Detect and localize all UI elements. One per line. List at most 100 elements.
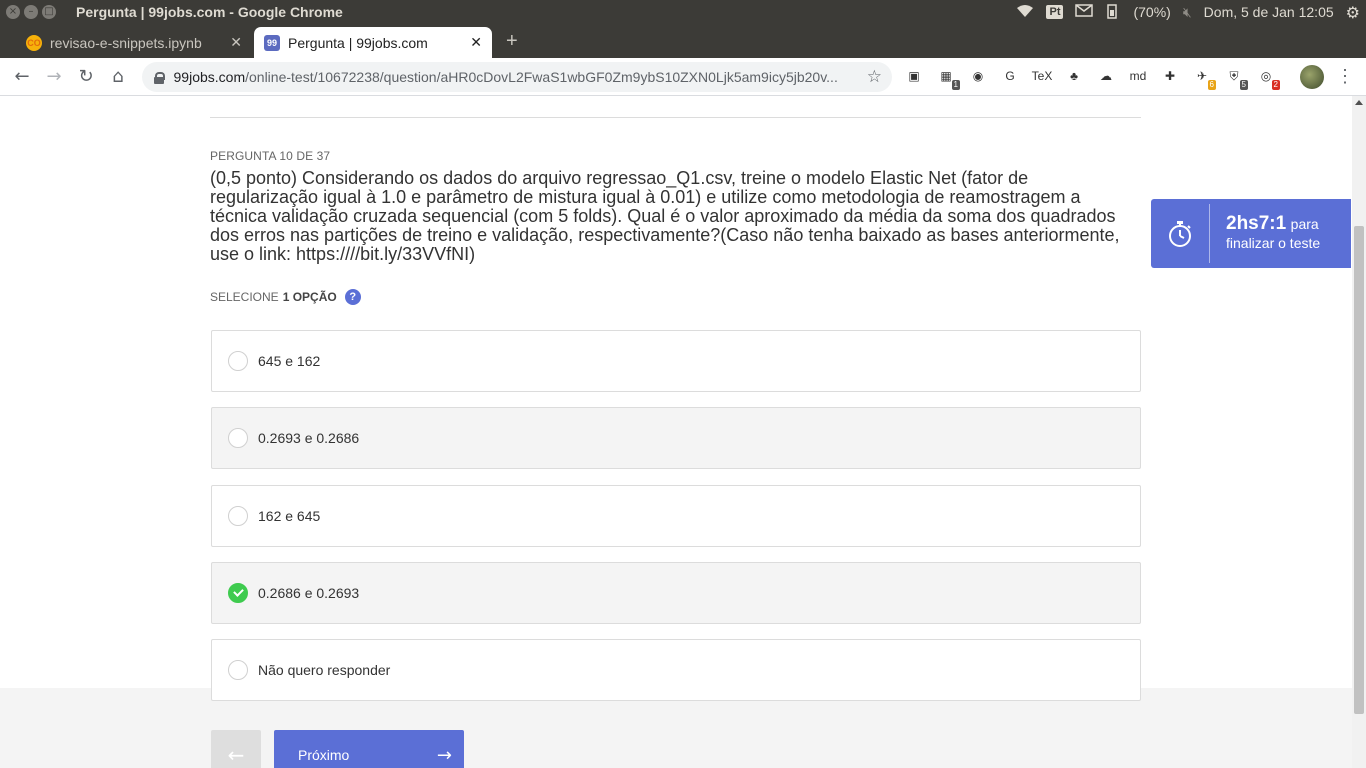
answer-option-selected[interactable]: 0.2686 e 0.2693 — [211, 562, 1141, 624]
extension-glyph: ☁ — [1100, 69, 1112, 83]
scrollbar-thumb[interactable] — [1354, 226, 1364, 714]
close-tab-icon[interactable]: ✕ — [470, 34, 482, 51]
minimize-window-icon[interactable]: – — [24, 5, 38, 19]
shield-ext-icon[interactable]: ⛨ 5 — [1222, 64, 1248, 90]
browser-toolbar: ← → ↻ ⌂ 99jobs.com/online-test/10672238/… — [0, 58, 1366, 96]
radio-button[interactable] — [228, 351, 248, 371]
help-icon[interactable]: ? — [344, 289, 361, 305]
countdown-timer: 2hs7:1 para finalizar o teste — [1151, 199, 1351, 268]
keyboard-layout-indicator[interactable]: Pt — [1046, 5, 1064, 19]
option-label: 645 e 162 — [258, 353, 321, 369]
clock[interactable]: Dom, 5 de Jan 12:05 — [1204, 4, 1334, 20]
scroll-up-arrow-icon[interactable] — [1355, 100, 1363, 105]
calendar-ext-icon[interactable]: ▦ 1 — [934, 64, 960, 90]
battery-icon[interactable] — [1105, 3, 1121, 22]
new-tab-icon[interactable]: + — [506, 30, 518, 53]
header-divider — [210, 117, 1141, 118]
extension-glyph: ◉ — [972, 69, 984, 83]
radio-button[interactable] — [228, 660, 248, 680]
colab-favicon-icon: CO — [26, 34, 42, 51]
99jobs-favicon-icon: 99 — [264, 34, 280, 51]
maximize-window-icon[interactable]: □ — [42, 5, 56, 19]
bookmark-star-icon[interactable]: ☆ — [867, 67, 882, 87]
arrow-right-icon: → — [436, 744, 452, 766]
extension-glyph: ✈ — [1196, 69, 1208, 83]
extension-glyph: ▦ — [940, 69, 952, 83]
option-label: Não quero responder — [258, 662, 391, 678]
extension-glyph: ♣ — [1070, 69, 1078, 83]
gnome-ext-icon[interactable]: ♣ — [1062, 64, 1086, 88]
forward-icon[interactable]: → — [38, 61, 70, 93]
extension-badge: 2 — [1271, 80, 1280, 90]
plane-ext-icon[interactable]: ✈ 6 — [1190, 64, 1216, 90]
tab-colab[interactable]: CO revisao-e-snippets.ipynb ✕ — [16, 27, 252, 58]
extensions-row: ▣ ▦ 1 ◉ G TeX ♣ ☁ md ✚ ✈ 6 ⛨ 5 ◎ 2 — [902, 64, 1280, 90]
answer-option[interactable]: Não quero responder — [211, 639, 1141, 701]
url-host: 99jobs.com — [173, 69, 246, 85]
close-tab-icon[interactable]: ✕ — [230, 34, 242, 51]
close-window-icon[interactable]: × — [6, 5, 20, 19]
next-button[interactable]: Próximo → — [274, 730, 464, 768]
radio-button[interactable] — [228, 428, 248, 448]
option-label: 162 e 645 — [258, 508, 321, 524]
option-label: 0.2686 e 0.2693 — [258, 585, 360, 601]
volume-muted-icon[interactable]: 🔇︎ — [1183, 4, 1192, 21]
alert-ext-icon[interactable]: ◎ 2 — [1254, 64, 1280, 90]
mail-icon[interactable] — [1075, 4, 1094, 20]
arrow-left-icon: ← — [227, 743, 245, 767]
window-title: Pergunta | 99jobs.com - Google Chrome — [76, 4, 343, 20]
timer-text: 2hs7:1 para finalizar o teste — [1210, 212, 1321, 253]
home-icon[interactable]: ⌂ — [102, 61, 134, 93]
page-content: PERGUNTA 10 DE 37 (0,5 ponto) Consideran… — [0, 96, 1366, 768]
previous-button[interactable]: ← — [211, 730, 261, 768]
extension-badge: 1 — [951, 80, 960, 90]
next-button-label: Próximo — [298, 747, 350, 763]
profile-avatar[interactable] — [1300, 65, 1324, 89]
translate-ext-icon[interactable]: G — [998, 64, 1022, 88]
select-instruction: SELECIONE 1 OPÇÃO ? — [210, 289, 361, 305]
radio-button[interactable] — [228, 506, 248, 526]
extension-badge: 6 — [1207, 80, 1216, 90]
markdown-ext-icon[interactable]: md — [1126, 64, 1150, 88]
select-count: 1 OPÇÃO — [282, 290, 337, 304]
timer-value: 2hs7:1 — [1226, 212, 1287, 234]
square-ext-icon[interactable]: ▣ — [902, 64, 926, 88]
extension-glyph: ⛨ — [1229, 68, 1239, 83]
radio-button-checked[interactable] — [228, 583, 248, 603]
extension-glyph: md — [1129, 69, 1147, 83]
extension-badge: 5 — [1239, 80, 1248, 90]
cloud-ext-icon[interactable]: ☁ — [1094, 64, 1118, 88]
lock-icon[interactable] — [154, 71, 165, 84]
tab-99jobs[interactable]: 99 Pergunta | 99jobs.com ✕ — [254, 27, 492, 58]
window-controls: × – □ — [6, 5, 56, 19]
select-prefix: SELECIONE — [210, 290, 279, 304]
tab-label: Pergunta | 99jobs.com — [288, 34, 428, 51]
browser-tab-strip: CO revisao-e-snippets.ipynb ✕ 99 Pergunt… — [0, 24, 1366, 58]
stopwatch-icon — [1151, 204, 1210, 263]
timer-suffix-1: para — [1290, 215, 1319, 232]
extension-glyph: ◎ — [1260, 69, 1272, 83]
answer-option[interactable]: 162 e 645 — [211, 485, 1141, 547]
battery-percent: (70%) — [1133, 4, 1171, 20]
answer-option[interactable]: 645 e 162 — [211, 330, 1141, 392]
address-bar[interactable]: 99jobs.com/online-test/10672238/question… — [142, 62, 892, 92]
settings-gear-icon[interactable]: ⚙ — [1346, 3, 1360, 22]
google-ext-icon[interactable]: ✚ — [1158, 64, 1182, 88]
question-text: (0,5 ponto) Considerando os dados do arq… — [210, 168, 1120, 264]
system-tray: Pt (70%) 🔇︎ Dom, 5 de Jan 12:05 ⚙ — [1016, 0, 1360, 24]
timer-suffix-2: finalizar o teste — [1226, 234, 1321, 251]
os-top-bar: × – □ Pergunta | 99jobs.com - Google Chr… — [0, 0, 1366, 24]
scrollbar[interactable] — [1352, 96, 1366, 768]
extension-glyph: ✚ — [1164, 69, 1176, 83]
chrome-menu-icon[interactable]: ⋮ — [1336, 66, 1354, 87]
wifi-icon[interactable] — [1016, 4, 1034, 21]
reload-icon[interactable]: ↻ — [70, 61, 102, 93]
tex-ext-icon[interactable]: TeX — [1030, 64, 1054, 88]
extension-glyph: G — [1005, 69, 1015, 83]
extension-glyph: ▣ — [908, 69, 920, 83]
camera-ext-icon[interactable]: ◉ — [966, 64, 990, 88]
extension-glyph: TeX — [1031, 69, 1053, 83]
url-path: /online-test/10672238/question/aHR0cDovL… — [245, 69, 838, 85]
back-icon[interactable]: ← — [6, 61, 38, 93]
answer-option[interactable]: 0.2693 e 0.2686 — [211, 407, 1141, 469]
